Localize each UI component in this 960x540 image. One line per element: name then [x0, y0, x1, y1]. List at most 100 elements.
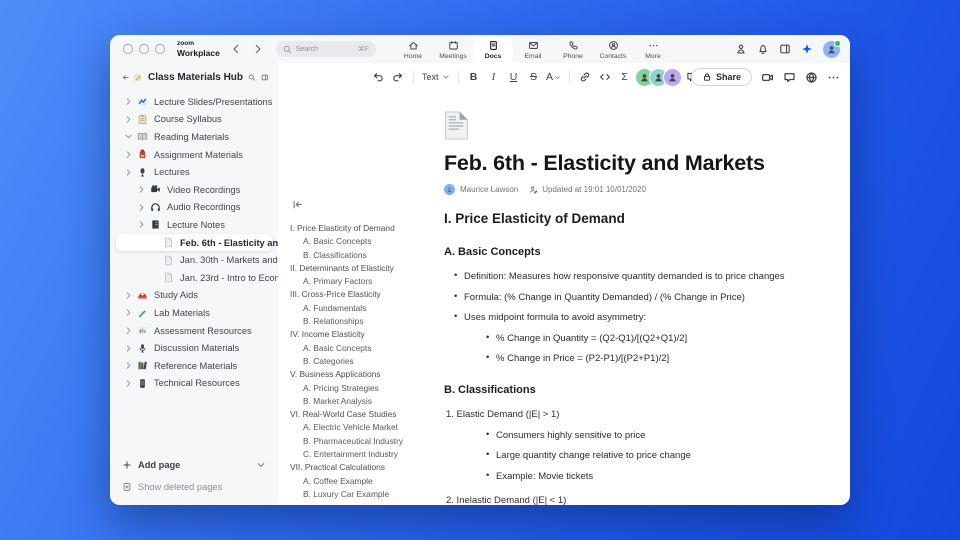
tab-docs[interactable]: Docs — [473, 37, 513, 63]
globe-icon[interactable] — [805, 71, 818, 84]
tab-home[interactable]: Home — [393, 37, 433, 63]
more-dots-icon[interactable] — [827, 71, 840, 84]
outline-item[interactable]: A. Basic Concepts — [290, 342, 440, 355]
video-call-icon[interactable] — [761, 71, 774, 84]
chevron-right-icon[interactable] — [124, 168, 133, 177]
outline-item[interactable]: I. Price Elasticity of Demand — [290, 222, 440, 235]
tree-item-audio-recordings[interactable]: Audio Recordings — [116, 199, 272, 217]
sidebar-search-icon[interactable] — [248, 72, 255, 83]
tree-item-feb-6th-elasticity-and-m[interactable]: Feb. 6th - Elasticity and M... — [116, 233, 302, 252]
tree-item-reading-materials[interactable]: Reading Materials — [116, 128, 272, 146]
code-block-button[interactable] — [597, 68, 612, 86]
search-input[interactable]: Search ⌘F — [275, 41, 376, 57]
doc-bullet-item[interactable]: • Large quantity change relative to price… — [444, 449, 826, 462]
outline-item[interactable]: B. Luxury Car Example — [290, 488, 440, 501]
tree-item-lectures[interactable]: Lectures — [116, 163, 272, 181]
chat-icon[interactable] — [783, 71, 796, 84]
tab-phone[interactable]: Phone — [553, 37, 593, 63]
collaborator-avatar[interactable] — [662, 67, 682, 87]
chevron-right-icon[interactable] — [124, 361, 133, 370]
sidebar-collapse-icon[interactable] — [261, 72, 268, 83]
document-canvas[interactable]: Feb. 6th - Elasticity and Markets Mauric… — [444, 91, 826, 505]
document-title[interactable]: Feb. 6th - Elasticity and Markets — [444, 150, 826, 176]
side-panel-icon[interactable] — [779, 43, 791, 55]
tree-item-video-recordings[interactable]: Video Recordings — [116, 181, 272, 199]
tree-item-course-syllabus[interactable]: Course Syllabus — [116, 111, 272, 129]
outline-item[interactable]: B. Categories — [290, 355, 440, 368]
outline-item[interactable]: B. Classifications — [290, 249, 440, 262]
chevron-right-icon[interactable] — [137, 220, 146, 229]
chevron-right-icon[interactable] — [137, 185, 146, 194]
doc-bullet-item[interactable]: • Example: Movie tickets — [444, 470, 826, 483]
back-arrow-icon[interactable] — [122, 72, 129, 83]
tree-item-assessment-resources[interactable]: Assessment Resources — [116, 322, 272, 340]
doc-bullet-item[interactable]: • % Change in Price = (P2-P1)/[(P2+P1)/2] — [444, 352, 826, 365]
outline-item[interactable]: C. Entertainment Industry — [290, 448, 440, 461]
outline-item[interactable]: B. Relationships — [290, 315, 440, 328]
outline-item[interactable]: B. Pharmaceutical Industry — [290, 435, 440, 448]
outline-item[interactable]: B. Market Analysis — [290, 395, 440, 408]
window-control-button[interactable] — [139, 44, 149, 54]
outline-collapse-icon[interactable] — [292, 199, 303, 210]
outline-item[interactable]: A. Primary Factors — [290, 275, 440, 288]
profile-icon[interactable] — [735, 43, 747, 55]
doc-subheading[interactable]: A. Basic Concepts — [444, 246, 826, 259]
outline-item[interactable]: VII. Practical Calculations — [290, 461, 440, 474]
outline-item[interactable]: IV. Income Elasticity — [290, 328, 440, 341]
bell-icon[interactable] — [757, 43, 769, 55]
undo-button[interactable] — [371, 68, 386, 86]
chevron-right-icon[interactable] — [124, 97, 133, 106]
doc-numbered-item[interactable]: 2. Inelastic Demand (|E| < 1) — [444, 495, 826, 506]
outline-item[interactable]: VI. Real-World Case Studies — [290, 408, 440, 421]
chevron-right-icon[interactable] — [137, 203, 146, 212]
chevron-right-icon[interactable] — [124, 379, 133, 388]
add-page-button[interactable]: Add page — [122, 455, 266, 475]
tab-contacts[interactable]: Contacts — [593, 37, 633, 63]
strikethrough-button[interactable]: S — [526, 68, 541, 86]
insert-link-button[interactable] — [577, 68, 592, 86]
chevron-right-icon[interactable] — [124, 344, 133, 353]
chevron-down-icon[interactable] — [256, 460, 266, 470]
user-avatar[interactable] — [823, 39, 841, 58]
tree-item-jan-23rd-intro-to-econo[interactable]: Jan. 23rd - Intro to Econo... — [116, 269, 293, 287]
outline-item[interactable]: A. Pricing Strategies — [290, 382, 440, 395]
redo-button[interactable] — [391, 68, 406, 86]
tab-email[interactable]: Email — [513, 37, 553, 63]
doc-bullet-item[interactable]: • Formula: (% Change in Quantity Demanded… — [444, 291, 826, 304]
share-button[interactable]: Share — [690, 68, 752, 86]
chevron-down-icon[interactable] — [124, 132, 133, 141]
bold-button[interactable]: B — [466, 68, 481, 86]
tree-item-discussion-materials[interactable]: Discussion Materials — [116, 339, 272, 357]
outline-item[interactable]: A. Basic Concepts — [290, 235, 440, 248]
doc-subheading[interactable]: B. Classifications — [444, 384, 826, 397]
window-control-button[interactable] — [155, 44, 165, 54]
nav-forward-icon[interactable] — [252, 43, 264, 55]
text-color-dropdown[interactable]: A — [546, 68, 561, 86]
outline-item[interactable]: III. Cross-Price Elasticity — [290, 288, 440, 301]
outline-item[interactable]: A. Fundamentals — [290, 302, 440, 315]
outline-item[interactable]: A. Coffee Example — [290, 475, 440, 488]
chevron-right-icon[interactable] — [124, 326, 133, 335]
doc-bullet-item[interactable]: • % Change in Quantity = (Q2-Q1)/[(Q2+Q1)… — [444, 332, 826, 345]
doc-numbered-item[interactable]: 1. Elastic Demand (|E| > 1) — [444, 409, 826, 421]
doc-heading[interactable]: I. Price Elasticity of Demand — [444, 211, 826, 227]
tree-item-jan-30th-markets-and-p[interactable]: Jan. 30th - Markets and P... — [116, 251, 293, 269]
outline-item[interactable]: V. Business Applications — [290, 368, 440, 381]
chevron-right-icon[interactable] — [124, 150, 133, 159]
underline-button[interactable]: U — [506, 68, 521, 86]
doc-bullet-item[interactable]: • Consumers highly sensitive to price — [444, 429, 826, 442]
tree-item-reference-materials[interactable]: Reference Materials — [116, 357, 272, 375]
tree-item-lecture-slides-presentations[interactable]: Lecture Slides/Presentations — [116, 93, 272, 111]
chevron-right-icon[interactable] — [124, 308, 133, 317]
tree-item-lab-materials[interactable]: Lab Materials — [116, 304, 272, 322]
text-style-dropdown[interactable]: Text — [422, 72, 450, 82]
nav-back-icon[interactable] — [230, 43, 242, 55]
chevron-right-icon[interactable] — [124, 291, 133, 300]
ai-companion-icon[interactable] — [801, 43, 813, 55]
window-control-button[interactable] — [123, 44, 133, 54]
tree-item-assignment-materials[interactable]: Assignment Materials — [116, 146, 272, 164]
equation-button[interactable]: Σ — [617, 68, 632, 86]
outline-item[interactable]: II. Determinants of Elasticity — [290, 262, 440, 275]
tree-item-technical-resources[interactable]: Technical Resources — [116, 375, 272, 393]
italic-button[interactable]: I — [486, 68, 501, 86]
